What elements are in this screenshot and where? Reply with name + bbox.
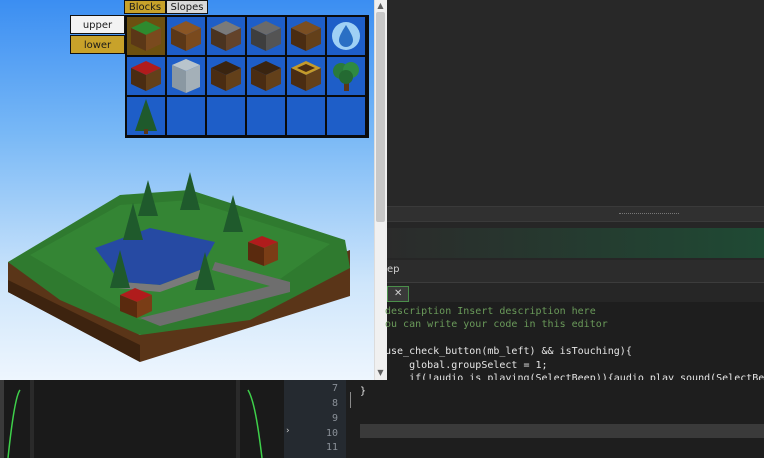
object-header-bar [387,228,764,258]
line-number: 7 [332,383,339,394]
close-tab-icon[interactable]: ✕ [394,288,402,299]
tile-slot[interactable] [326,16,366,56]
tile-slot[interactable] [126,56,166,96]
tile-slot[interactable] [286,16,326,56]
tile-slot[interactable] [286,56,326,96]
code-line-2: ou can write your code in this editor [385,319,608,330]
code-editor-area: ep ✕ description Insert description here… [385,0,764,384]
editor-splitter[interactable] [387,206,764,222]
event-title-bar: ep [387,260,764,283]
dark-wood-block-icon [211,61,241,91]
tab-slopes[interactable]: Slopes [166,0,208,14]
dirt-block-icon [171,21,201,51]
game-scrollbar-thumb[interactable] [376,12,385,222]
hut-right [248,236,278,266]
brick-building-icon [172,59,200,93]
bottom-left-panel [0,380,284,458]
event-title-fragment: ep [387,264,400,275]
tile-slot[interactable] [126,16,166,56]
fold-arrow-icon[interactable]: › [286,426,290,436]
pine-tree-icon [135,99,157,134]
tile-slot[interactable] [206,96,246,136]
text-cursor [350,392,351,408]
tile-slot[interactable] [246,16,286,56]
code-line-4: global.groupSelect = 1; [385,360,548,371]
tab-blocks[interactable]: Blocks [124,0,166,14]
line-number: 10 [326,428,339,439]
oak-tree-icon [333,62,359,91]
code-line-3: use_check_button(mb_left) && isTouching)… [385,346,632,357]
scroll-up-arrow-icon[interactable]: ▲ [376,1,385,11]
stone-block-dark-icon [251,21,281,51]
scroll-down-arrow-icon[interactable]: ▼ [376,368,385,378]
water-drop-icon [332,22,360,50]
tile-slot[interactable] [246,96,286,136]
code-line-1: description Insert description here [385,306,596,317]
tile-slot[interactable] [326,56,366,96]
tile-slot[interactable] [166,56,206,96]
tile-slot[interactable] [326,96,366,136]
palette-tab-bar: Blocks Slopes [124,0,208,15]
tile-grid [125,15,369,138]
dark-wood-block-icon [251,61,281,91]
splitter-grip [619,213,679,216]
line-number: 8 [332,398,339,409]
tile-slot[interactable] [166,96,206,136]
editor-empty-region [387,0,764,206]
wood-block-icon [291,21,321,51]
stone-block-icon [211,21,241,51]
current-line-highlight [360,424,764,438]
tile-slot[interactable] [126,96,166,136]
tile-slot[interactable] [206,16,246,56]
tile-slot[interactable] [206,56,246,96]
code-tab[interactable]: ✕ [387,286,409,302]
game-viewport[interactable]: Blocks Slopes upper lower [0,0,374,380]
code-body-lower[interactable]: } [346,380,764,458]
grass-block-icon [131,21,161,51]
animation-curve-previews [7,389,263,458]
line-number-gutter: 7 8 9 10 11 › [284,380,346,458]
layer-lower-button[interactable]: lower [70,35,125,54]
red-roof-block-icon [131,61,161,91]
code-line-closing-brace: } [360,386,367,397]
tile-slot[interactable] [246,56,286,96]
line-number: 9 [332,413,339,424]
tile-slot[interactable] [286,96,326,136]
crate-block-icon [291,61,321,91]
layer-upper-button[interactable]: upper [70,15,125,34]
line-number: 11 [326,442,339,453]
tile-slot[interactable] [166,16,206,56]
